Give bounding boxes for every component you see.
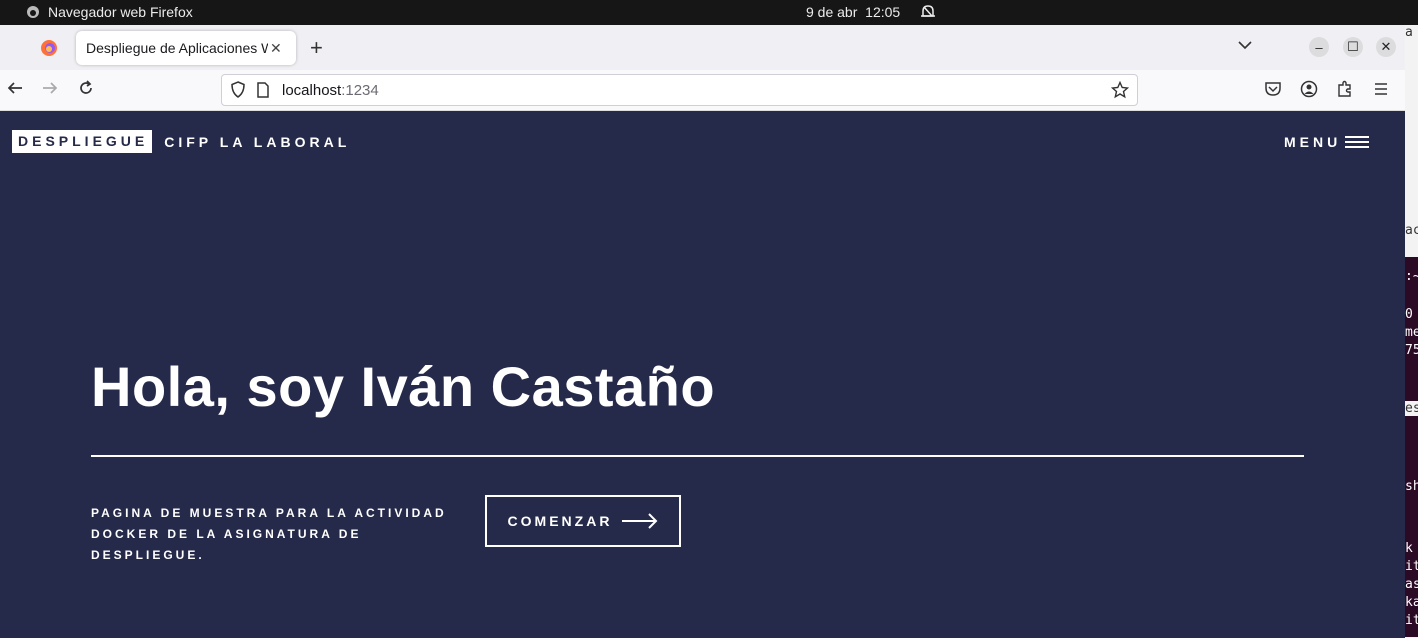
bg-fragment: es [1405, 401, 1418, 416]
bg-fragment: 0 [1405, 307, 1413, 322]
bg-fragment: ka [1405, 595, 1418, 610]
close-window-button[interactable]: ✕ [1376, 37, 1396, 57]
tab-active[interactable]: Despliegue de Aplicaciones W ✕ [76, 31, 296, 65]
time: 12:05 [865, 4, 901, 20]
background-terminal: :~ 0 me 75 sh k it as ka it [1405, 257, 1418, 637]
bg-fragment: 75 [1405, 343, 1418, 358]
menu-label: MENU [1284, 134, 1342, 150]
active-app[interactable]: Navegador web Firefox [26, 4, 193, 20]
bg-fragment: k [1405, 541, 1413, 556]
tab-list-chevron-down-icon[interactable] [1237, 37, 1253, 53]
extensions-puzzle-icon[interactable] [1336, 80, 1354, 98]
maximize-button[interactable]: ☐ [1343, 37, 1363, 57]
bg-fragment: me [1405, 325, 1418, 340]
minimize-button[interactable]: – [1309, 37, 1329, 57]
app-name: Navegador web Firefox [48, 4, 193, 20]
address-bar[interactable]: localhost:1234 [221, 74, 1138, 106]
hamburger-menu-icon[interactable] [1372, 80, 1390, 98]
notification-bell-icon[interactable] [920, 3, 936, 21]
description-line-1: PAGINA DE MUESTRA PARA LA ACTIVIDAD [91, 506, 447, 520]
start-button[interactable]: COMENZAR [485, 495, 681, 547]
hero-divider [91, 455, 1304, 457]
menu-burger-icon [1345, 133, 1370, 151]
close-tab-icon[interactable]: ✕ [270, 40, 282, 57]
description-line-2: DOCKER DE LA ASIGNATURA DE DESPLIEGUE. [91, 527, 362, 562]
brand-subtitle[interactable]: CIFP LA LABORAL [164, 134, 350, 150]
firefox-app-icon [27, 6, 39, 18]
account-icon[interactable] [1300, 80, 1318, 98]
pocket-icon[interactable] [1264, 80, 1282, 98]
clock[interactable]: 9 de abr 12:05 [806, 4, 900, 20]
hero-description: PAGINA DE MUESTRA PARA LA ACTIVIDAD DOCK… [91, 503, 481, 566]
brand-logo[interactable]: DESPLIEGUE [12, 130, 153, 153]
firefox-window: Despliegue de Aplicaciones W ✕ + – ☐ ✕ l… [0, 25, 1405, 638]
bookmark-star-icon[interactable] [1111, 81, 1129, 99]
tab-strip: Despliegue de Aplicaciones W ✕ + – ☐ ✕ [0, 25, 1405, 71]
site-brand[interactable]: DESPLIEGUE CIFP LA LABORAL [12, 130, 350, 153]
start-button-label: COMENZAR [507, 513, 613, 529]
shield-icon[interactable] [230, 81, 246, 99]
menu-toggle[interactable]: MENU [1284, 133, 1370, 151]
background-window-strip: a ac :~ 0 me 75 sh k it as ka it es [1405, 25, 1418, 638]
bg-fragment: ac [1405, 223, 1418, 238]
tab-title: Despliegue de Aplicaciones W [86, 40, 268, 56]
system-topbar: Navegador web Firefox 9 de abr 12:05 [0, 0, 1418, 25]
url-host: localhost [282, 81, 342, 99]
url-port: :1234 [341, 81, 379, 99]
hero-title: Hola, soy Iván Castaño [91, 355, 716, 418]
new-tab-button[interactable]: + [310, 35, 323, 61]
web-page: DESPLIEGUE CIFP LA LABORAL MENU Hola, so… [0, 111, 1405, 638]
bg-fragment: it [1405, 559, 1418, 574]
bg-fragment: :~ [1405, 269, 1418, 284]
navigation-toolbar: localhost:1234 [0, 70, 1405, 111]
back-arrow-icon[interactable] [6, 79, 24, 97]
bg-fragment: a [1405, 25, 1413, 40]
page-icon[interactable] [256, 82, 270, 98]
reload-icon[interactable] [77, 79, 95, 97]
firefox-view-icon[interactable] [40, 39, 58, 57]
bg-fragment: it [1405, 613, 1418, 628]
arrow-right-icon [622, 513, 658, 529]
date: 9 de abr [806, 4, 858, 20]
bg-fragment: as [1405, 577, 1418, 592]
bg-fragment: sh [1405, 479, 1418, 494]
forward-arrow-icon[interactable] [41, 79, 59, 97]
